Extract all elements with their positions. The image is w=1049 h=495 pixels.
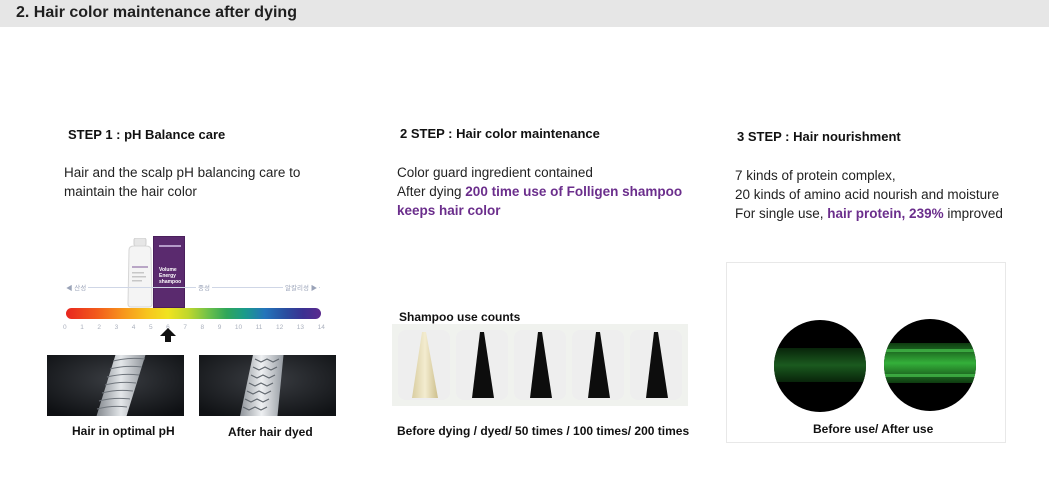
sem-photo-optimal-ph	[47, 355, 184, 416]
ph-tick: 1	[80, 324, 84, 331]
hair-sample-100-times	[572, 330, 624, 400]
step3-line-3-plain: For single use,	[735, 206, 828, 221]
shampoo-bottle-image	[124, 237, 156, 308]
shampoo-box-image: Volume Energy shampoo	[153, 236, 185, 308]
step2-line-1: Color guard ingredient contained	[397, 165, 593, 180]
section-title: 2. Hair color maintenance after dying	[16, 4, 297, 21]
ph-tick: 7	[183, 324, 187, 331]
micro-before-use	[774, 320, 866, 412]
step1-line-1: Hair and the scalp pH balancing care to	[64, 165, 301, 180]
hair-sample-dyed	[456, 330, 508, 400]
hair-sample-before-dying	[398, 330, 450, 400]
ph-alkali-label: 알칼리성 ▶	[283, 282, 320, 292]
ph-tick: 9	[217, 324, 222, 331]
ph-tick: 10	[234, 324, 243, 331]
ph-color-bar	[66, 308, 321, 319]
ph-tick: 8	[200, 324, 205, 331]
box-label-3: shampoo	[159, 279, 182, 285]
sem-photo-after-dye	[199, 355, 336, 416]
shampoo-strip-caption: Before dying / dyed/ 50 times / 100 time…	[397, 424, 690, 438]
hair-sample-200-times	[630, 330, 682, 400]
ph-ticks: 0 1 2 3 4 5 6 7 8 9 10 11 12 13 14	[63, 324, 325, 331]
caption-optimal-ph: Hair in optimal pH	[72, 424, 175, 438]
ph-marker-arrow-icon	[160, 328, 176, 342]
step3-line-1: 7 kinds of protein complex,	[735, 168, 896, 183]
step2-line-2-highlight: 200 time use of Folligen shampoo	[465, 184, 683, 199]
step3-title: 3 STEP : Hair nourishment	[737, 129, 901, 144]
ph-tick: 11	[255, 324, 263, 331]
caption-after-dyed: After hair dyed	[228, 425, 313, 439]
ph-acid-label: ◀ 산성	[64, 282, 89, 292]
hair-sample-50-times	[514, 330, 566, 400]
micro-after-use	[884, 319, 976, 411]
ph-tick: 14	[317, 324, 325, 331]
ph-tick: 5	[148, 324, 153, 331]
step3-line-3: For single use, hair protein, 239% impro…	[735, 204, 1003, 223]
step2-line-2-plain: After dying	[397, 184, 466, 199]
step2-title: 2 STEP : Hair color maintenance	[400, 126, 600, 141]
ph-tick: 4	[131, 324, 136, 331]
ph-tick: 0	[63, 324, 67, 331]
ph-scale-line	[66, 287, 320, 288]
ph-tick: 13	[296, 324, 305, 331]
step1-title: STEP 1 : pH Balance care	[68, 127, 226, 142]
ph-tick: 12	[275, 324, 284, 331]
micro-caption: Before use/ After use	[813, 422, 934, 436]
ph-tick: 2	[97, 324, 101, 331]
step1-line-2: maintain the hair color	[64, 184, 197, 199]
step3-line-3-highlight: hair protein, 239%	[827, 206, 944, 221]
step3-line-2: 20 kinds of amino acid nourish and moist…	[735, 187, 1000, 202]
step3-line-3-tail: improved	[943, 206, 1003, 221]
step2-line-3-highlight: keeps hair color	[397, 203, 501, 218]
ph-neutral-label: 중성	[196, 282, 212, 292]
ph-tick: 3	[114, 324, 119, 331]
shampoo-strip-title: Shampoo use counts	[399, 310, 521, 324]
step2-line-2: After dying 200 time use of Folligen sha…	[397, 182, 682, 201]
